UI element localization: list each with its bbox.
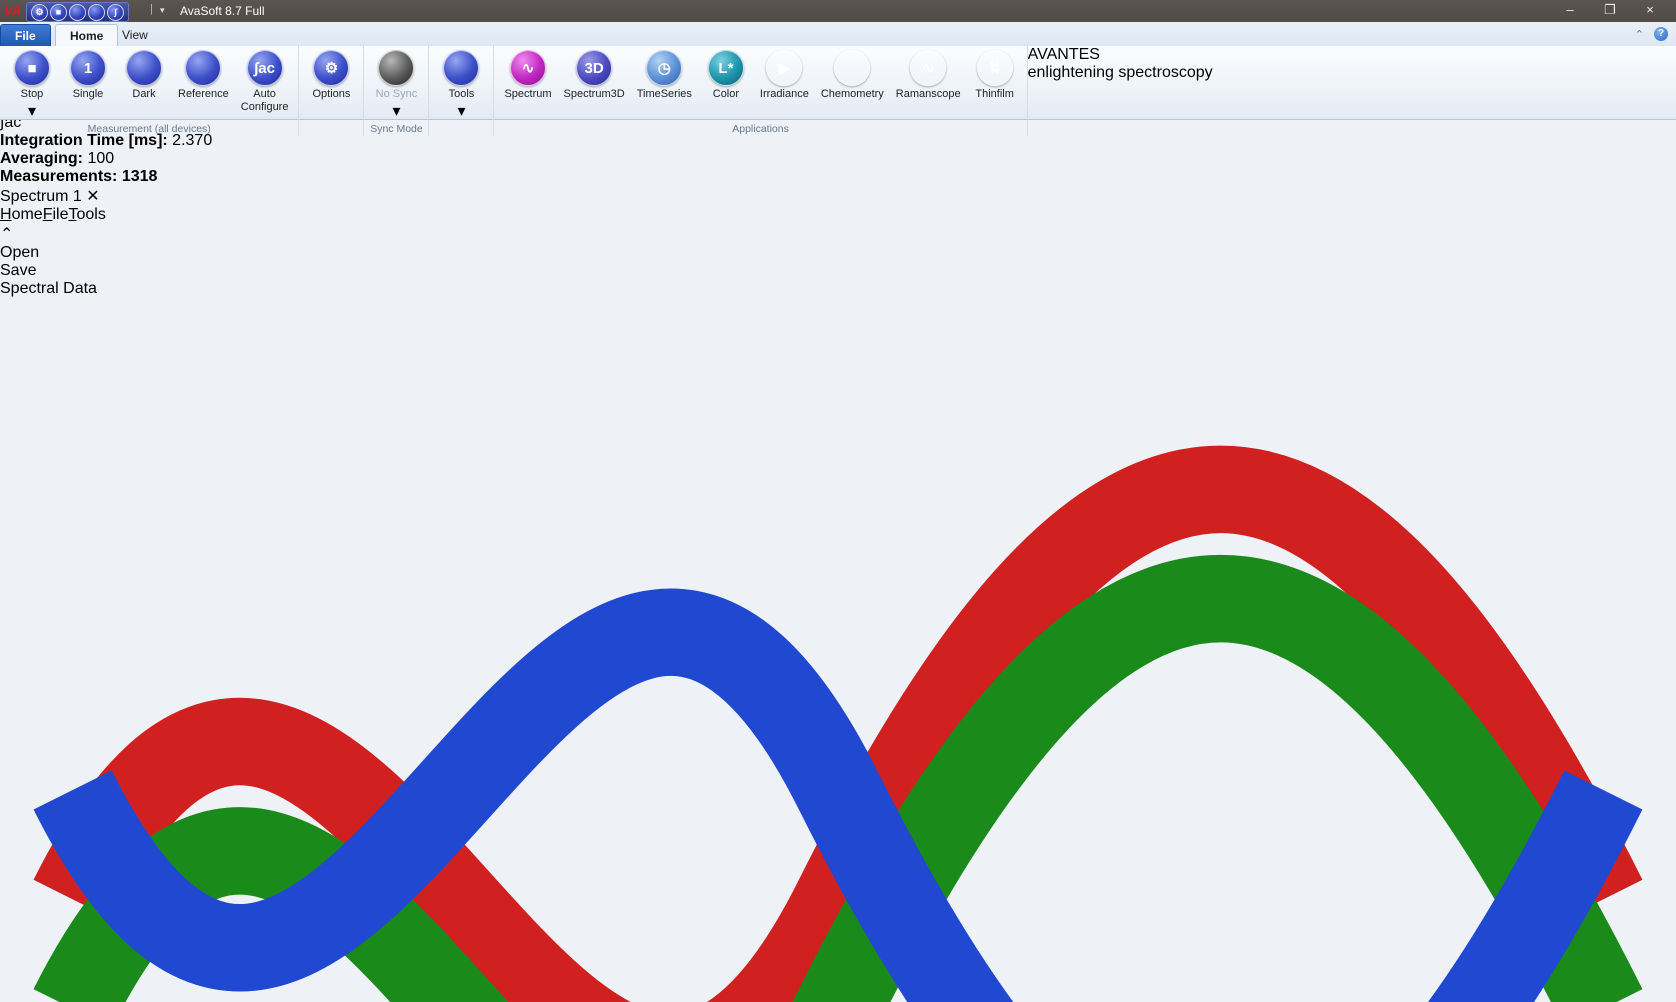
qat-dropdown-icon[interactable]: ▾ (160, 5, 165, 16)
thinfilm-icon: ⇅ (977, 50, 1013, 86)
irradiance-icon: ▶ (766, 50, 802, 86)
thinfilm-button[interactable]: ⇅Thinfilm (967, 49, 1023, 102)
reference-button[interactable]: Reference (172, 49, 235, 102)
spectrum-icon: ∿ (510, 50, 546, 86)
toolbar-collapse-icon[interactable]: ⌃ (0, 226, 13, 243)
chart-toolbar-panel: HomeFileTools ⌃ Open Save Spectral Data (0, 206, 1676, 1002)
tab-close-icon[interactable]: ✕ (86, 188, 99, 205)
group-spectral-data: Open Save Spectral Data (0, 244, 1676, 298)
minimize-button[interactable]: – (1550, 0, 1590, 21)
ramanscope-icon: ∿ (910, 50, 946, 86)
spectrum3d-icon: 3D (576, 50, 612, 86)
ribbon-tab-view[interactable]: View (108, 24, 162, 46)
timeseries-icon: ◷ (646, 50, 682, 86)
dropdown-caret-icon[interactable]: ▾ (392, 101, 400, 121)
averaging-label: Averaging: (0, 150, 83, 167)
avantes-tagline: enlightening spectroscopy (1028, 64, 1213, 82)
chart-panel: Spectrum 1 ✕ HomeFileTools ⌃ Open (0, 186, 1676, 1002)
ribbon-group-label: Measurement (all devices) (0, 123, 298, 135)
save-button[interactable]: Save (0, 262, 1676, 280)
quick-access-toolbar: ⚙■ ∫ (26, 2, 129, 22)
group-legend: Legend (0, 298, 1676, 1002)
stop-icon: ■ (14, 50, 50, 86)
ribbon-group-label: Applications (494, 123, 1026, 135)
ribbon-group-sync-mode: No Sync▾Sync Mode (364, 46, 429, 136)
auto-configure-icon: ∫ac (247, 50, 283, 86)
options-button[interactable]: ⚙Options (303, 49, 359, 102)
ribbon-group-measurement-all-devices: ■Stop▾1SingleDarkReference∫acAuto Config… (0, 46, 299, 136)
avantes-logo: AVANTES enlightening spectroscopy (1028, 46, 1213, 119)
avasoft-window: VA ⚙■∫ | ▾ AvaSoft 8.7 Full – ❐ × FileHo… (0, 0, 1676, 1002)
open-button[interactable]: Open (0, 244, 1676, 262)
legend-button[interactable]: Legend (18, 298, 1658, 1002)
dark-bulb-icon[interactable] (69, 4, 86, 21)
color-icon: L* (708, 50, 744, 86)
measurements-value: 1318 (122, 168, 158, 185)
ribbon-group: ⚙Options (299, 46, 364, 136)
averaging-value[interactable]: 100 (87, 150, 114, 167)
options-icon: ⚙ (313, 50, 349, 86)
wrench-icon[interactable]: ⚙ (31, 4, 48, 21)
auto-configure-button[interactable]: ∫acAuto Configure (235, 49, 295, 114)
chemometry-button[interactable]: Chemometry (815, 49, 890, 102)
help-icon[interactable]: ? (1654, 27, 1668, 41)
ribbon-tab-row: FileHomeView ⌃ ? (0, 22, 1676, 47)
ribbon-group-applications: ∿Spectrum3DSpectrum3D◷TimeSeriesL*Color▶… (494, 46, 1027, 136)
ramanscope-button[interactable]: ∿Ramanscope (890, 49, 967, 102)
tools-button[interactable]: Tools▾ (433, 49, 489, 122)
spectrum3d-button[interactable]: 3DSpectrum3D (558, 49, 631, 102)
ribbon-group: Tools▾ (429, 46, 494, 136)
maximize-button[interactable]: ❐ (1590, 0, 1630, 21)
dark-icon (126, 50, 162, 86)
tab-spectrum-1[interactable]: Spectrum 1 ✕ (0, 186, 1676, 206)
spectrum-button[interactable]: ∿Spectrum (498, 49, 557, 102)
app-logo-icon: VA (4, 3, 21, 18)
stop-icon[interactable]: ■ (50, 4, 67, 21)
legend-icon (18, 298, 1658, 1002)
window-title: AvaSoft 8.7 Full (180, 4, 265, 18)
chart-tab-file[interactable]: File (43, 206, 69, 223)
chart-tab-tools[interactable]: Tools (68, 206, 105, 223)
reference-bulb-icon[interactable] (88, 4, 105, 21)
stop-button[interactable]: ■Stop▾ (4, 49, 60, 122)
titlebar: VA ⚙■ ∫ | ▾ AvaSoft 8.7 Full – ❐ × (0, 0, 1676, 22)
ribbon-collapse-icon[interactable]: ⌃ (1635, 28, 1644, 41)
qat-separator: | (150, 3, 153, 15)
dropdown-caret-icon[interactable]: ▾ (28, 101, 36, 121)
measurements-label: Measurements: (0, 168, 117, 185)
no-sync-icon (378, 50, 414, 86)
ribbon: ■Stop▾1SingleDarkReference∫acAuto Config… (0, 46, 1676, 120)
no-sync-button[interactable]: No Sync▾ (368, 49, 424, 122)
ribbon-group-label: Sync Mode (364, 123, 428, 135)
chemometry-icon (834, 50, 870, 86)
irradiance-button[interactable]: ▶Irradiance (754, 49, 815, 102)
single-icon: 1 (70, 50, 106, 86)
avantes-check-icon: V (1037, 46, 1046, 63)
color-button[interactable]: L*Color (698, 49, 754, 102)
single-button[interactable]: 1Single (60, 49, 116, 102)
tools-icon (443, 50, 479, 86)
reference-icon (185, 50, 221, 86)
chart-tab-home[interactable]: Home (0, 206, 43, 223)
timeseries-button[interactable]: ◷TimeSeries (631, 49, 698, 102)
dropdown-caret-icon[interactable]: ▾ (457, 101, 465, 121)
autoconfigure-icon[interactable]: ∫ (107, 4, 124, 21)
ribbon-tab-file[interactable]: File (0, 24, 51, 48)
close-button[interactable]: × (1630, 0, 1670, 21)
dark-button[interactable]: Dark (116, 49, 172, 102)
